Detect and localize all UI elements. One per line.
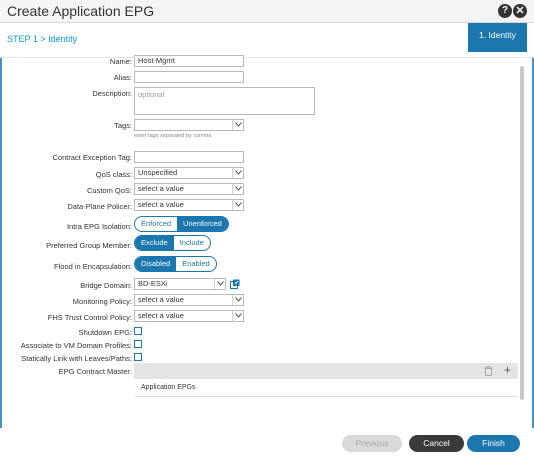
column-header-application-epgs: Application EPGs [141,384,196,391]
add-icon[interactable]: + [504,364,511,376]
previous-button[interactable]: Previous [342,435,402,452]
monitoring-policy-label: Monitoring Policy: [72,297,132,306]
epg-contract-master-toolbar: + [134,363,518,379]
shutdown-epg-label: Shutdown EPG: [78,328,132,337]
description-label: Description: [92,89,132,98]
associate-vm-domain-label: Associate to VM Domain Profiles: [20,341,132,350]
fhs-trust-control-policy-select[interactable]: select a value [134,310,244,322]
toggle-option-exclude[interactable]: Exclude [135,236,174,250]
chevron-down-icon[interactable] [232,168,243,178]
dialog-titlebar: Create Application EPG ? ✕ [0,0,534,23]
tags-label: Tags: [114,121,132,130]
intra-epg-isolation-label: Intra EPG Isolation: [66,222,132,231]
trash-icon[interactable] [484,366,493,378]
flood-in-encapsulation-toggle[interactable]: Disabled Enabled [134,256,217,272]
step-bar: STEP 1 > Identity 1. Identity [0,23,534,58]
cancel-button[interactable]: Cancel [409,435,464,452]
chevron-down-icon[interactable] [214,279,225,289]
contract-exception-tag-input[interactable] [134,151,244,163]
open-external-icon[interactable] [230,279,240,289]
chevron-down-icon[interactable] [232,120,243,130]
preferred-group-member-label: Preferred Group Member: [46,241,132,250]
finish-button[interactable]: Finish [467,435,520,452]
custom-qos-label: Custom QoS: [86,186,132,195]
tags-hint: enter tags separated by comma [134,133,212,139]
flood-in-encapsulation-label: Flood in Encapsulation: [54,262,132,271]
chevron-down-icon[interactable] [232,200,243,210]
name-input[interactable]: Host-Mgmt [134,55,244,67]
qos-class-value: Unspecified [138,168,178,177]
alias-input[interactable] [134,71,244,83]
fhs-trust-control-policy-label: FHS Trust Control Policy: [47,313,132,322]
associate-vm-domain-checkbox[interactable] [134,340,142,348]
description-input[interactable]: optional [134,87,315,115]
shutdown-epg-checkbox[interactable] [134,327,142,335]
data-plane-policer-value: select a value [138,200,184,209]
close-icon[interactable]: ✕ [513,4,527,18]
dialog-title: Create Application EPG [7,3,155,19]
chevron-down-icon[interactable] [232,184,243,194]
step-tab-identity[interactable]: 1. Identity [468,23,527,47]
form-scrollbar[interactable] [518,58,526,400]
bridge-domain-select[interactable]: BD-ESXi [134,278,226,290]
toggle-option-disabled[interactable]: Disabled [135,257,177,271]
dialog-left-border [0,58,2,438]
static-link-leaves-checkbox[interactable] [134,353,142,361]
bridge-domain-value: BD-ESXi [138,279,168,288]
step-breadcrumb: STEP 1 > Identity [7,34,78,44]
epg-contract-master-label: EPG Contract Master: [58,367,132,376]
help-icon[interactable]: ? [498,4,512,18]
intra-epg-isolation-toggle[interactable]: Enforced Unenforced [134,216,229,232]
custom-qos-value: select a value [138,184,184,193]
static-link-leaves-label: Statically Link with Leaves/Paths: [21,354,132,363]
toggle-option-include[interactable]: Include [174,236,210,250]
preferred-group-member-toggle[interactable]: Exclude Include [134,235,211,251]
data-plane-policer-label: Data-Plane Policer: [67,202,132,211]
fhs-trust-control-policy-value: select a value [138,311,184,320]
monitoring-policy-value: select a value [138,295,184,304]
name-label: Name: [109,57,132,66]
qos-class-label: QoS class: [95,170,132,179]
toggle-option-enforced[interactable]: Enforced [135,217,177,231]
contract-exception-tag-label: Contract Exception Tag: [52,153,133,162]
chevron-down-icon[interactable] [232,295,243,305]
toggle-option-enabled[interactable]: Enabled [176,257,216,271]
qos-class-select[interactable]: Unspecified [134,167,244,179]
bridge-domain-label: Bridge Domain: [80,281,132,290]
data-plane-policer-select[interactable]: select a value [134,199,244,211]
toggle-option-unenforced[interactable]: Unenforced [177,217,228,231]
scrollbar-thumb[interactable] [520,66,524,400]
tags-input[interactable] [134,119,244,131]
step-tab-indicator [468,47,527,52]
epg-contract-master-table: Application EPGs [134,379,518,397]
custom-qos-select[interactable]: select a value [134,183,244,195]
monitoring-policy-select[interactable]: select a value [134,294,244,306]
chevron-down-icon[interactable] [232,311,243,321]
alias-label: Alias: [113,73,132,82]
